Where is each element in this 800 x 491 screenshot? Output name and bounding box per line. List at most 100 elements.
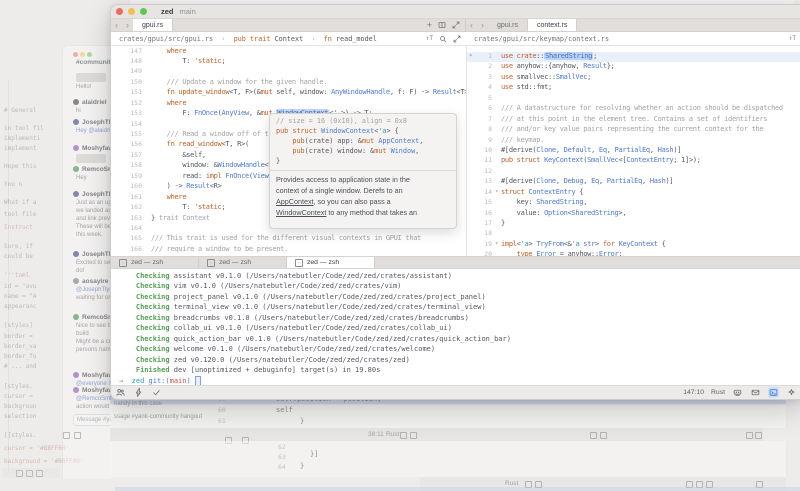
tab-gpui-rs[interactable]: gpui.rs [488, 19, 528, 31]
code-line: 16 value: Option<SharedString>, [467, 209, 800, 219]
text-seg: self, window: [272, 88, 331, 96]
minimize-icon[interactable] [80, 52, 85, 57]
code-line: 8 /// and/or key value pairs representin… [467, 125, 800, 135]
nav-back-icon[interactable]: ‹ [466, 19, 477, 31]
line-number: 160 [116, 182, 142, 192]
mini-icon [16, 470, 23, 477]
chat-message-input[interactable]: Message #yank-c [73, 414, 111, 426]
search-icon[interactable] [438, 34, 447, 43]
chat-username: RemcoSm [82, 314, 111, 321]
cursor-position[interactable]: 147:10 [683, 389, 704, 396]
terminal-tab[interactable]: › zed — zsh [287, 257, 375, 268]
pane-divider[interactable] [466, 46, 467, 256]
buffer-search-icon[interactable]: ↑T [789, 35, 796, 42]
text-seg: Context [275, 35, 304, 43]
breadcrumb[interactable]: crates/gpui/src/gpui.rs › pub trait Cont… [111, 32, 466, 45]
chat-channel-title: #community ha [76, 59, 111, 66]
line-number: 5 [472, 94, 492, 104]
fold-arrow-icon[interactable]: ▾ [492, 188, 501, 198]
text-seg: Default [564, 146, 591, 154]
split-icon[interactable] [437, 21, 446, 30]
close-icon[interactable] [73, 52, 78, 57]
avatar [73, 119, 79, 125]
nav-forward-icon[interactable]: › [122, 19, 133, 31]
terminal-tab[interactable]: ›zed — zsh [199, 257, 287, 268]
chat-mention: Hey @alaidriel [76, 128, 111, 134]
feedback-envelope-icon[interactable] [750, 387, 761, 398]
copilot-icon[interactable] [732, 387, 743, 398]
buffer-search-icon[interactable]: ↑T [426, 35, 433, 42]
terminal-line: Checking terminal_view v0.1.0 (/Users/na… [111, 303, 800, 313]
tab-context-rs[interactable]: context.rs [528, 19, 577, 31]
popup-code-line: pub(crate) app: &mut AppContext, [276, 137, 450, 147]
code-line: 19▾impl<'a> TryFrom<&'a str> for KeyCont… [467, 240, 800, 250]
terminal-panel[interactable]: Checking assistant v0.1.0 (/Users/natebu… [111, 269, 800, 385]
code-text: /// require a window to be present. [151, 245, 288, 255]
chat-username: JosephTLy [82, 251, 111, 258]
gutter-space [142, 88, 151, 98]
nav-back-icon[interactable]: ‹ [111, 19, 122, 31]
text-seg: › [213, 35, 233, 43]
line-number: 19 [472, 240, 492, 250]
zap-icon[interactable] [133, 387, 144, 398]
background-code-fragment: } [300, 462, 304, 470]
text-seg: /// at this point in the element tree. C… [501, 115, 767, 123]
tab-gpui-rs[interactable]: gpui.rs [133, 19, 173, 31]
code-line: 10 #[derive(Clone, Default, Eq, PartialE… [467, 146, 800, 156]
mini-icon [36, 470, 43, 477]
new-tab-icon[interactable]: + [427, 21, 432, 30]
close-icon[interactable] [116, 8, 123, 15]
text-seg: Eq [591, 177, 599, 185]
gutter-space [492, 229, 501, 239]
text-seg: Hash [658, 146, 674, 154]
chat-icon[interactable] [63, 432, 70, 439]
hover-popup: // size = 16 (0x10), align = 0x8pub stru… [269, 113, 457, 229]
background-text-line: You n [4, 181, 22, 188]
code-line: 11 pub struct KeyContext(SmallVec<[Conte… [467, 156, 800, 166]
expand-icon[interactable] [452, 34, 461, 43]
terminal-toggle-icon[interactable] [768, 387, 779, 398]
minimize-icon[interactable] [128, 8, 135, 15]
terminal-icon: › [295, 259, 303, 267]
gutter-space [142, 224, 151, 234]
nav-forward-icon[interactable]: › [477, 19, 488, 31]
text-seg: <& [564, 240, 572, 248]
zoom-icon[interactable] [87, 52, 92, 57]
editor-pane-context[interactable]: ∗1 use crate::SharedString;2 use anyhow:… [467, 46, 800, 256]
diagnostics-check-icon[interactable] [151, 387, 162, 398]
code-text: use std::fmt; [501, 83, 552, 93]
divider [270, 170, 456, 171]
title-bar[interactable]: zed main [111, 5, 800, 19]
assistant-icon[interactable] [786, 387, 797, 398]
breadcrumb[interactable]: crates/gpui/src/keymap/context.rs ↑T [466, 32, 800, 45]
chat-icon[interactable] [74, 432, 81, 439]
background-code-fragment: 64 [278, 463, 286, 471]
code-text: /// keymap. [501, 136, 544, 146]
code-action-icon[interactable]: ∗ [469, 52, 472, 59]
zoom-pane-icon[interactable] [451, 21, 460, 30]
terminal-line: Finished dev [unoptimized + debuginfo] t… [111, 366, 800, 376]
code-text: read: impl FnOnce(View<T [151, 172, 276, 182]
collab-users-icon[interactable] [115, 387, 126, 398]
terminal-tabbar: ›zed — zsh›zed — zsh›zed — zsh [111, 256, 800, 269]
line-number: 161 [116, 193, 142, 203]
text-seg: <R> [210, 182, 222, 190]
gutter-space [492, 73, 501, 83]
terminal-tab-label: zed — zsh [307, 259, 339, 266]
text-seg: AnyView [221, 109, 248, 117]
chat-message: These will be ge [76, 224, 111, 230]
code-line: 152 where [111, 99, 466, 109]
code-line: 165 /// This trait is used for the diffe… [111, 234, 466, 244]
zoom-icon[interactable] [140, 8, 147, 15]
fold-arrow-icon[interactable]: ▾ [492, 240, 501, 250]
text-seg: <T, R>( [221, 140, 248, 148]
language-selector[interactable]: Rust [711, 389, 725, 396]
line-number: 150 [116, 78, 142, 88]
code-line: 9 /// keymap. [467, 136, 800, 146]
code-line: 151 fn update_window<T, F>(&mut self, wi… [111, 88, 466, 98]
text-seg: AppContext [276, 197, 314, 206]
text-seg: ) [186, 377, 194, 385]
terminal-tab[interactable]: ›zed — zsh [111, 257, 199, 268]
gutter-space [492, 83, 501, 93]
popup-code-line: pub struct WindowContext<'a> { [276, 127, 450, 137]
